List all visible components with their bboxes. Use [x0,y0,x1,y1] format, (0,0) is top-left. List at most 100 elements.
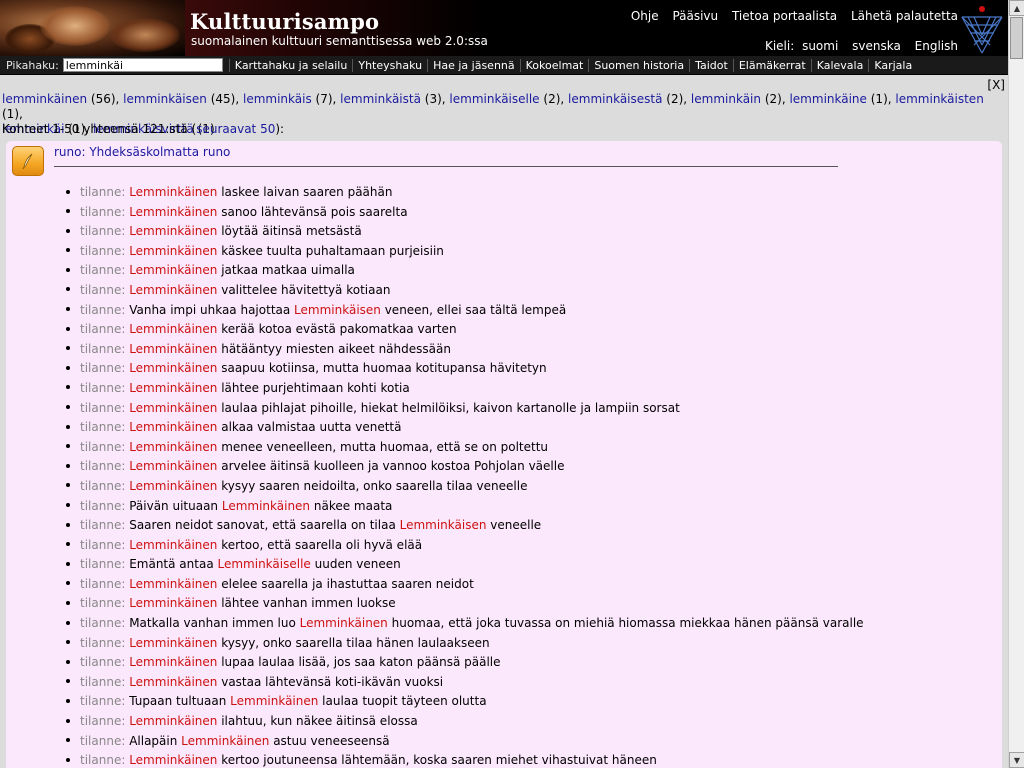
situation-text-after: kysyy saaren neidoilta, onko saarella ti… [217,478,528,493]
situation-item: tilanne: Allapäin Lemminkäinen astuu ven… [66,732,864,752]
vertical-scrollbar[interactable]: ▲ ▼ [1008,0,1024,768]
result-title-link[interactable]: runo: Yhdeksäskolmatta runo [54,145,230,159]
nav-biographies[interactable]: Elämäkerrat [732,58,811,72]
situation-prefix: tilanne: [80,322,126,337]
situation-text-after: lupaa laulaa lisää, jos saa katon päänsä… [217,655,501,670]
lang-english[interactable]: English [915,39,958,53]
situation-prefix: tilanne: [80,282,126,297]
quick-search-input[interactable] [62,58,223,72]
portal-logo-icon[interactable] [960,5,1004,55]
nav-relation-search[interactable]: Yhteyshaku [352,58,427,72]
nav-finnish-history[interactable]: Suomen historia [588,58,689,72]
highlighted-term: Lemminkäinen [129,243,218,258]
situation-text-after: jatkaa matkaa uimalla [217,263,355,278]
site-title[interactable]: Kulttuurisampo [190,9,379,34]
variant-link[interactable]: lemminkäiselle [449,92,539,106]
highlighted-term: Lemminkäiselle [217,557,311,572]
situation-prefix: tilanne: [80,459,126,474]
highlighted-term: Lemminkäinen [129,380,218,395]
situation-text-after: löytää äitinsä metsästä [217,224,362,239]
situation-text-after: veneelle [486,518,542,533]
navigation-bar: Pikahaku: Karttahaku ja selailu Yhteysha… [0,56,1008,75]
situation-prefix: tilanne: [80,420,126,435]
variant-link[interactable]: lemminkäinen [2,92,87,106]
situation-prefix: tilanne: [80,714,126,729]
situation-list: tilanne: Lemminkäinen laskee laivan saar… [66,183,864,768]
situation-text-after: alkaa valmistaa uutta venettä [217,420,402,435]
link-help[interactable]: Ohje [631,9,659,23]
next-results-link[interactable]: seuraavat 50 [196,122,275,136]
highlighted-term: Lemminkäinen [129,596,218,611]
highlighted-term: Lemminkäinen [129,655,218,670]
nav-karelia[interactable]: Karjala [868,58,917,72]
bullet-icon [66,248,70,253]
highlighted-term: Lemminkäinen [129,185,218,199]
scroll-thumb[interactable] [1010,17,1023,59]
link-feedback[interactable]: Lähetä palautetta [851,9,958,23]
highlighted-term: Lemminkäinen [181,733,270,748]
situation-text-after: saapuu kotiinsa, mutta huomaa kotitupans… [217,361,547,376]
bullet-icon [66,228,70,233]
bullet-icon [66,365,70,370]
variant-link[interactable]: lemminkäine [789,92,866,106]
variant-link[interactable]: lemminkäis [243,92,312,106]
nav-kalevala[interactable]: Kalevala [810,58,869,72]
situation-item: tilanne: Saaren neidot sanovat, että saa… [66,516,864,536]
situation-text-after: arvelee äitinsä kuolleen ja vannoo kosto… [217,459,565,474]
situation-text-after: kysyy, onko saarella tilaa hänen laulaak… [217,635,490,650]
highlighted-term: Lemminkäisen [399,518,487,533]
situation-item: tilanne: Lemminkäinen alkaa valmistaa uu… [66,418,864,438]
situation-prefix: tilanne: [80,263,126,278]
situation-item: tilanne: Emäntä antaa Lemminkäiselle uud… [66,555,864,575]
bullet-icon [66,659,70,664]
situation-item: tilanne: Lemminkäinen laskee laivan saar… [66,183,864,203]
bullet-icon [66,267,70,272]
situation-item: tilanne: Lemminkäinen käskee tuulta puha… [66,242,864,262]
highlighted-term: Lemminkäinen [129,576,218,591]
situation-prefix: tilanne: [80,341,126,356]
bullet-icon [66,385,70,390]
bullet-icon [66,326,70,331]
highlighted-term: Lemminkäinen [129,204,218,219]
nav-skills[interactable]: Taidot [689,58,733,72]
situation-text-after: huomaa, että joka tuvassa on miehiä hiom… [387,616,864,631]
lang-swedish[interactable]: svenska [852,39,901,53]
highlighted-term: Lemminkäinen [129,322,218,337]
situation-item: tilanne: Lemminkäinen ilahtuu, kun näkee… [66,712,864,732]
situation-text-after: uuden veneen [310,557,401,572]
bullet-icon [66,483,70,488]
variant-link[interactable]: lemminkäisen [123,92,207,106]
close-results-button[interactable]: [X] [987,78,1005,92]
variant-link[interactable]: lemminkäin [691,92,761,106]
situation-text-after: kertoo, että saarella oli hyvä elää [217,537,423,552]
situation-text-before: Vanha impi uhkaa hajottaa [129,302,295,317]
bullet-icon [66,640,70,645]
situation-text-after: elelee saarella ja ihastuttaa saaren nei… [217,576,474,591]
scroll-up-arrow-icon[interactable]: ▲ [1009,0,1024,16]
nav-collections[interactable]: Kokoelmat [519,58,589,72]
situation-text-before: Allapäin [129,733,182,748]
variant-link[interactable]: lemminkäisestä [568,92,662,106]
situation-item: tilanne: Lemminkäinen vastaa lähtevänsä … [66,673,864,693]
scroll-down-arrow-icon[interactable]: ▼ [1009,752,1024,768]
nav-map-search[interactable]: Karttahaku ja selailu [228,58,353,72]
link-home[interactable]: Pääsivu [672,9,718,23]
variant-link[interactable]: lemminkäisten [895,92,983,106]
nav-search-and-structure[interactable]: Hae ja jäsennä [427,58,520,72]
bullet-icon [66,346,70,351]
bullet-icon [66,581,70,586]
highlighted-term: Lemminkäinen [299,616,388,631]
situation-text-after: vastaa lähtevänsä koti-ikävän vuoksi [217,674,444,689]
situation-prefix: tilanne: [80,185,126,199]
situation-prefix: tilanne: [80,380,126,395]
situation-item: tilanne: Lemminkäinen lupaa laulaa lisää… [66,653,864,673]
variant-link[interactable]: lemminkäistä [340,92,421,106]
bullet-icon [66,503,70,507]
situation-item: tilanne: Tupaan tultuaan Lemminkäinen la… [66,692,864,712]
highlighted-term: Lemminkäinen [230,694,319,709]
link-about[interactable]: Tietoa portaalista [732,9,837,23]
lang-finnish[interactable]: suomi [802,39,838,53]
situation-item: tilanne: Lemminkäinen kysyy saaren neido… [66,477,864,497]
situation-item: tilanne: Lemminkäinen lähtee purjehtimaa… [66,379,864,399]
situation-prefix: tilanne: [80,478,126,493]
